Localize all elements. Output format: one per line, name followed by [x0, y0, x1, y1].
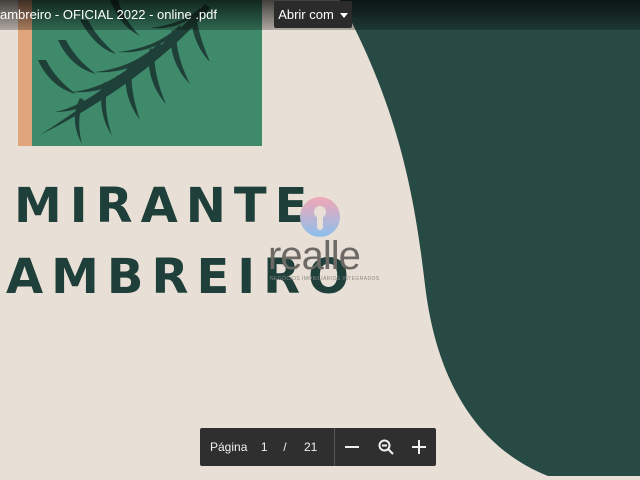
- page-separator: /: [283, 440, 287, 454]
- pdf-page: MIRANTE AMBREIRO realle NEGÓCIOS IMOBILI…: [0, 0, 640, 480]
- open-with-button[interactable]: Abrir com: [274, 1, 352, 28]
- plus-icon: [412, 440, 427, 454]
- chevron-down-icon: [339, 13, 348, 18]
- open-with-label: Abrir com: [278, 7, 334, 22]
- magnifier-icon: [378, 439, 394, 455]
- realle-watermark-logo: realle NEGÓCIOS IMOBILIÁRIOS INTEGRADOS: [262, 192, 382, 292]
- page-label: Página: [210, 440, 248, 454]
- total-pages: 21: [303, 440, 318, 454]
- minus-icon: [345, 446, 360, 448]
- viewer-top-bar: ambreiro - OFICIAL 2022 - online .pdf Ab…: [0, 0, 640, 30]
- page-navigation-bar: Página 1 / 21: [200, 428, 436, 466]
- zoom-fit-button[interactable]: [369, 428, 403, 466]
- zoom-in-button[interactable]: [403, 428, 437, 466]
- watermark-tagline: NEGÓCIOS IMOBILIÁRIOS INTEGRADOS: [270, 276, 380, 282]
- current-page-input[interactable]: 1: [253, 440, 275, 454]
- document-title: ambreiro - OFICIAL 2022 - online .pdf: [0, 7, 218, 22]
- zoom-out-button[interactable]: [335, 428, 369, 466]
- watermark-word: realle: [268, 234, 361, 278]
